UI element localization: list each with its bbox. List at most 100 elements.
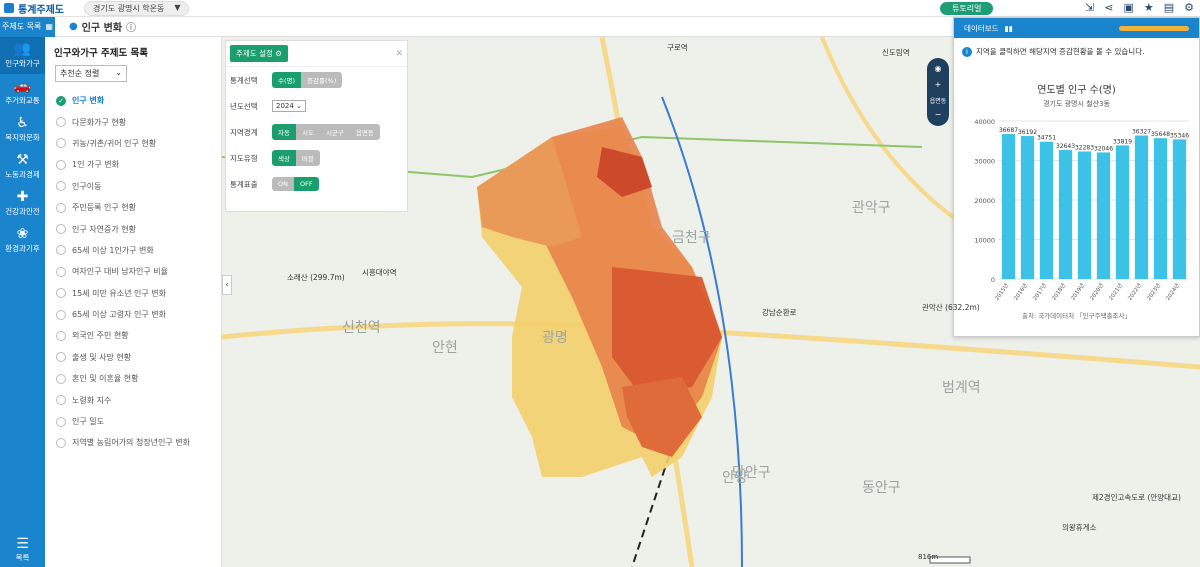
map-label: 금천구: [672, 230, 711, 246]
data-board-title: 데이터보드: [964, 23, 999, 33]
sort-select[interactable]: 추천순 정렬 ⌄: [55, 65, 127, 82]
bar[interactable]: [1115, 145, 1130, 279]
y-tick-label: 0: [991, 276, 995, 284]
topic-item[interactable]: 15세 미만 유소년 인구 변화: [45, 283, 221, 304]
car-icon: 🚗: [13, 78, 32, 94]
topic-item[interactable]: 인구 밀도: [45, 411, 221, 432]
topic-item[interactable]: 혼인 및 이혼율 현황: [45, 368, 221, 389]
app-brand[interactable]: 통계주제도: [0, 1, 80, 16]
chevron-down-icon: ▼: [174, 2, 181, 12]
collapse-icon[interactable]: ⇲: [1085, 1, 1094, 14]
toggle-option[interactable]: 시도: [295, 124, 320, 140]
radio-icon: [56, 181, 66, 192]
data-label: 35346: [1170, 132, 1189, 139]
toggle-option[interactable]: ON: [272, 177, 294, 191]
tutorial-button[interactable]: 튜토리얼: [940, 2, 994, 15]
setting-label: 지도유형: [230, 153, 258, 163]
panel-title: 인구와가구 주제도 목록: [54, 48, 149, 59]
bar[interactable]: [1039, 141, 1054, 279]
locate-icon[interactable]: ◉: [927, 58, 949, 80]
logo-icon: [4, 3, 14, 13]
topic-item[interactable]: 65세 이상 1인가구 변화: [45, 240, 221, 261]
topic-item[interactable]: 인구 자연증가 현황: [45, 218, 221, 239]
health-icon: ✚: [16, 189, 29, 205]
setting-row: 통계선택 수(명) 증감률(%): [226, 67, 407, 93]
x-tick-label: 2017년: [1031, 282, 1048, 302]
rail-item-5[interactable]: ❀ 환경과기후: [0, 222, 45, 259]
category-list-button[interactable]: 주제도 목록 ▦: [0, 16, 55, 37]
topic-item[interactable]: 노령화 지수: [45, 389, 221, 410]
topic-item[interactable]: 외국인 주민 현황: [45, 325, 221, 346]
topic-item[interactable]: 인구이동: [45, 176, 221, 197]
map-label: 광명: [542, 330, 568, 346]
zoom-out-button[interactable]: −: [927, 110, 949, 126]
toggle-option[interactable]: OFF: [293, 177, 319, 191]
topic-item[interactable]: 귀농/귀촌/귀어 인구 현황: [45, 133, 221, 154]
setting-row: 년도선택 2024 ⌄: [226, 93, 407, 119]
topic-item[interactable]: ✓ 인구 변화: [45, 90, 221, 111]
setting-row: 지도유형 색상 버블: [226, 145, 407, 171]
bar[interactable]: [1172, 139, 1187, 279]
document-icon[interactable]: ▤: [1164, 1, 1174, 14]
topic-item[interactable]: 출생 및 사망 현황: [45, 347, 221, 368]
radio-icon: [56, 352, 66, 363]
topic-item[interactable]: 여자인구 대비 남자인구 비율: [45, 261, 221, 282]
bar[interactable]: [1020, 136, 1035, 279]
share-icon[interactable]: ⋖: [1104, 1, 1113, 14]
map-label: 만안구: [732, 465, 771, 481]
rail-item-1[interactable]: 🚗 주거와교통: [0, 74, 45, 111]
settings-icon[interactable]: ⚙: [1184, 1, 1194, 14]
data-label: 36327: [1132, 129, 1151, 136]
topic-item[interactable]: 65세 이상 고령자 인구 변화: [45, 304, 221, 325]
settings-button[interactable]: 주제도 설정 ⚙: [230, 45, 288, 62]
toggle-option[interactable]: 시군구: [319, 124, 350, 140]
zoom-in-button[interactable]: +: [927, 80, 949, 96]
toggle-option[interactable]: 자동: [272, 124, 296, 140]
map-label: 범계역: [942, 380, 981, 396]
region-selector[interactable]: 경기도 광명시 학온동 ▼: [84, 0, 190, 16]
dot-icon: ●: [69, 21, 78, 32]
bar[interactable]: [1077, 151, 1092, 279]
panel-collapse-button[interactable]: ‹: [222, 275, 232, 295]
people-icon: 👥: [13, 41, 32, 57]
bar[interactable]: [1058, 150, 1073, 279]
topic-item[interactable]: 주민등록 인구 현황: [45, 197, 221, 218]
rail-item-label: 인구와가구: [5, 59, 40, 68]
data-label: 36192: [1018, 129, 1037, 136]
rail-item-3[interactable]: ⚒ 노동과경제: [0, 148, 45, 185]
setting-label: 통계표출: [230, 179, 258, 189]
progress-slider[interactable]: [1119, 25, 1189, 31]
toggle-option[interactable]: 버블: [295, 150, 320, 166]
topic-item[interactable]: 지역별 농림어가의 청장년인구 변화: [45, 432, 221, 453]
star-icon[interactable]: ★: [1144, 1, 1154, 14]
toggle-option[interactable]: 읍면동: [349, 124, 380, 140]
toggle-option[interactable]: 색상: [272, 150, 296, 166]
bar[interactable]: [1001, 134, 1016, 279]
radio-icon: [56, 159, 66, 170]
setting-row: 통계표출 ON OFF: [226, 171, 407, 197]
y-tick-label: 10000: [974, 237, 995, 245]
map-label: 신천역: [342, 320, 381, 336]
bar[interactable]: [1134, 135, 1149, 279]
image-icon[interactable]: ▣: [1123, 1, 1133, 14]
close-icon[interactable]: ✕: [395, 49, 403, 59]
toggle-group: 색상 버블: [272, 150, 320, 166]
rail-item-0[interactable]: 👥 인구와가구: [0, 37, 45, 74]
topic-item[interactable]: 1인 가구 변화: [45, 154, 221, 175]
toggle-option[interactable]: 수(명): [272, 72, 302, 88]
bar[interactable]: [1153, 138, 1168, 279]
population-bar-chart: 0 10000 20000 30000 40000 36687 2015년 36192 2016…: [974, 118, 1189, 302]
topic-item[interactable]: 다문화가구 현황: [45, 111, 221, 132]
radio-icon: [56, 117, 66, 128]
info-icon[interactable]: ⓘ: [126, 19, 136, 34]
rail-item-label: 노동과경제: [5, 170, 40, 179]
x-tick-label: 2016년: [1012, 282, 1029, 302]
map-label: 신도림역: [882, 48, 910, 57]
rail-item-2[interactable]: ♿ 복지와문화: [0, 111, 45, 148]
menu-button[interactable]: ☰ 목록: [0, 536, 45, 563]
rail-item-4[interactable]: ✚ 건강과안전: [0, 185, 45, 222]
year-select[interactable]: 2024 ⌄: [272, 100, 306, 112]
toggle-option[interactable]: 증감률(%): [301, 72, 343, 88]
data-label: 32046: [1094, 145, 1113, 152]
bar[interactable]: [1096, 152, 1111, 279]
